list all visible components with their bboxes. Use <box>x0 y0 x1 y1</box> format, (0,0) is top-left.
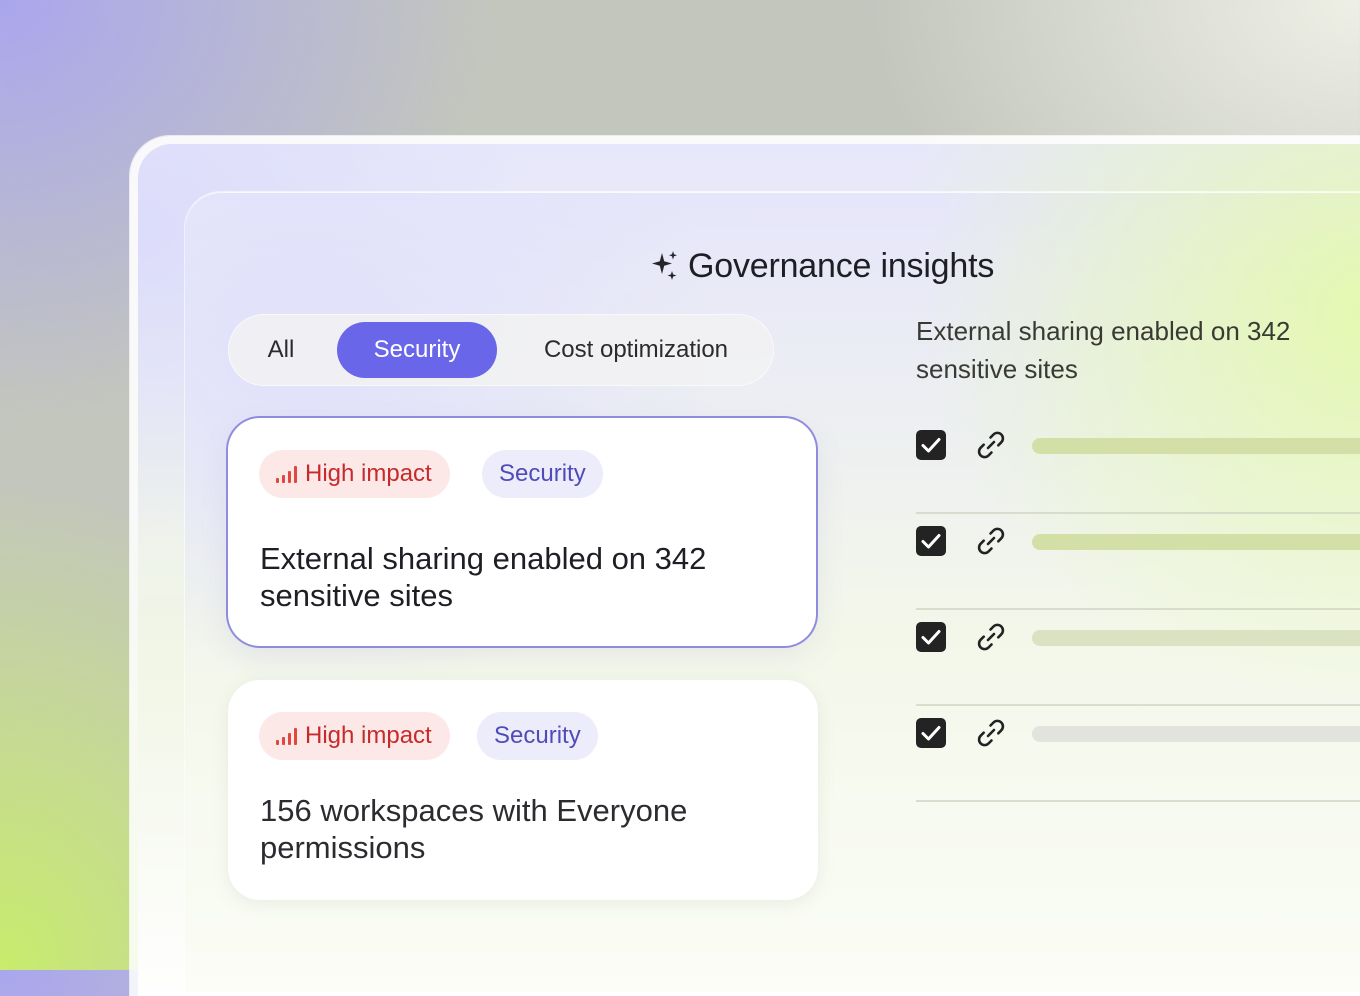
check-icon <box>921 726 941 741</box>
insight-text: 156 workspaces with Everyone permissions <box>260 793 688 865</box>
site-row[interactable] <box>916 704 1360 802</box>
check-icon <box>921 438 941 453</box>
link-icon <box>977 431 1005 459</box>
detail-title: External sharing enabled on 342 sensitiv… <box>916 316 1291 384</box>
placeholder-bar <box>1032 438 1360 454</box>
sparkle-icon <box>652 251 677 280</box>
impact-label: High impact <box>305 460 432 487</box>
site-row[interactable] <box>916 416 1360 514</box>
row-checkbox[interactable] <box>916 430 946 460</box>
site-row[interactable] <box>916 512 1360 610</box>
high-impact-badge: High impact <box>259 450 450 498</box>
security-tag: Security <box>477 712 598 760</box>
row-checkbox[interactable] <box>916 526 946 556</box>
page-title: Governance insights <box>688 246 995 285</box>
tab-cost-optimization[interactable]: Cost optimization <box>518 322 754 378</box>
link-icon <box>977 623 1005 651</box>
impact-label: High impact <box>305 722 432 749</box>
tab-all[interactable]: All <box>246 322 316 378</box>
row-checkbox[interactable] <box>916 718 946 748</box>
check-icon <box>921 534 941 549</box>
site-row[interactable] <box>916 608 1360 706</box>
placeholder-bar <box>1032 534 1360 550</box>
insight-card[interactable]: High impact Security 156 workspaces with… <box>228 680 818 900</box>
link-icon <box>977 719 1005 747</box>
row-checkbox[interactable] <box>916 622 946 652</box>
placeholder-bar <box>1032 630 1360 646</box>
check-icon <box>921 630 941 645</box>
insight-card-selected[interactable]: High impact Security External sharing en… <box>228 418 816 646</box>
signal-bars-icon <box>276 728 297 745</box>
signal-bars-icon <box>276 466 297 483</box>
security-tag: Security <box>482 450 603 498</box>
panel-header: Governance insights <box>650 244 994 288</box>
link-icon <box>977 527 1005 555</box>
filter-tabs: All Security Cost optimization <box>228 314 774 386</box>
tab-security[interactable]: Security <box>337 322 497 378</box>
high-impact-badge: High impact <box>259 712 450 760</box>
placeholder-bar <box>1032 726 1360 742</box>
insight-text: External sharing enabled on 342 sensitiv… <box>260 541 707 613</box>
